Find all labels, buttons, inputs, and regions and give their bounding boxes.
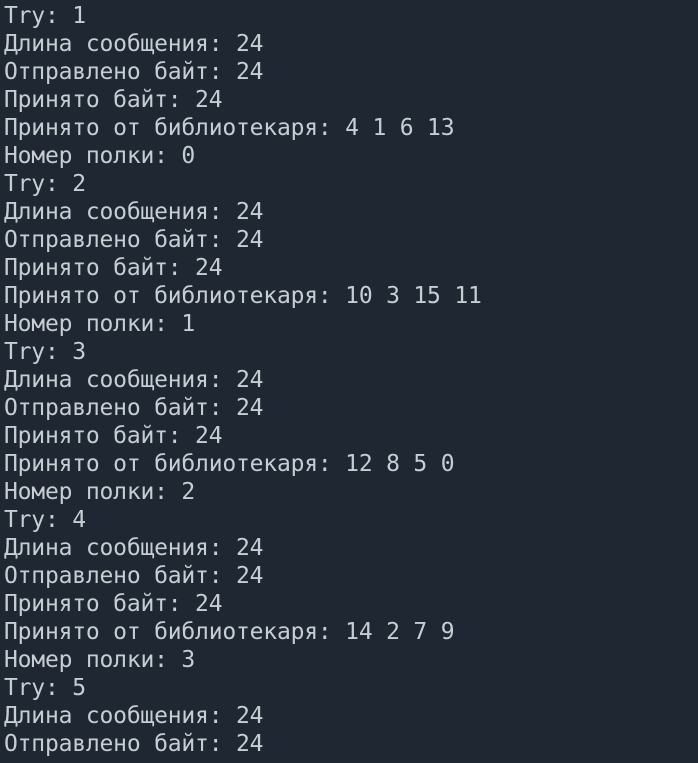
output-line-bytes-received: Принято байт: 24 bbox=[4, 87, 223, 113]
terminal-output: Try: 1 Длина сообщения: 24 Отправлено ба… bbox=[4, 2, 482, 758]
output-line-try: Try: 3 bbox=[4, 339, 86, 365]
output-line-message-length: Длина сообщения: 24 bbox=[4, 703, 264, 729]
output-line-shelf-number: Номер полки: 1 bbox=[4, 311, 196, 337]
output-line-bytes-received: Принято байт: 24 bbox=[4, 591, 223, 617]
output-line-shelf-number: Номер полки: 2 bbox=[4, 479, 196, 505]
output-line-librarian-data: Принято от библиотекаря: 12 8 5 0 bbox=[4, 451, 455, 477]
output-line-try: Try: 4 bbox=[4, 507, 86, 533]
output-line-bytes-received: Принято байт: 24 bbox=[4, 255, 223, 281]
output-line-try: Try: 5 bbox=[4, 675, 86, 701]
output-line-try: Try: 2 bbox=[4, 171, 86, 197]
output-line-message-length: Длина сообщения: 24 bbox=[4, 535, 264, 561]
output-line-message-length: Длина сообщения: 24 bbox=[4, 199, 264, 225]
output-line-message-length: Длина сообщения: 24 bbox=[4, 367, 264, 393]
output-line-librarian-data: Принято от библиотекаря: 4 1 6 13 bbox=[4, 115, 455, 141]
output-line-message-length: Длина сообщения: 24 bbox=[4, 31, 264, 57]
output-line-shelf-number: Номер полки: 3 bbox=[4, 647, 196, 673]
output-line-try: Try: 1 bbox=[4, 3, 86, 29]
output-line-bytes-sent: Отправлено байт: 24 bbox=[4, 395, 264, 421]
terminal-window[interactable]: Try: 1 Длина сообщения: 24 Отправлено ба… bbox=[0, 0, 698, 763]
output-line-bytes-sent: Отправлено байт: 24 bbox=[4, 563, 264, 589]
output-line-bytes-sent: Отправлено байт: 24 bbox=[4, 227, 264, 253]
output-line-shelf-number: Номер полки: 0 bbox=[4, 143, 196, 169]
output-line-librarian-data: Принято от библиотекаря: 14 2 7 9 bbox=[4, 619, 455, 645]
output-line-librarian-data: Принято от библиотекаря: 10 3 15 11 bbox=[4, 283, 482, 309]
output-line-bytes-received: Принято байт: 24 bbox=[4, 423, 223, 449]
output-line-bytes-sent: Отправлено байт: 24 bbox=[4, 59, 264, 85]
output-line-bytes-sent: Отправлено байт: 24 bbox=[4, 731, 264, 757]
